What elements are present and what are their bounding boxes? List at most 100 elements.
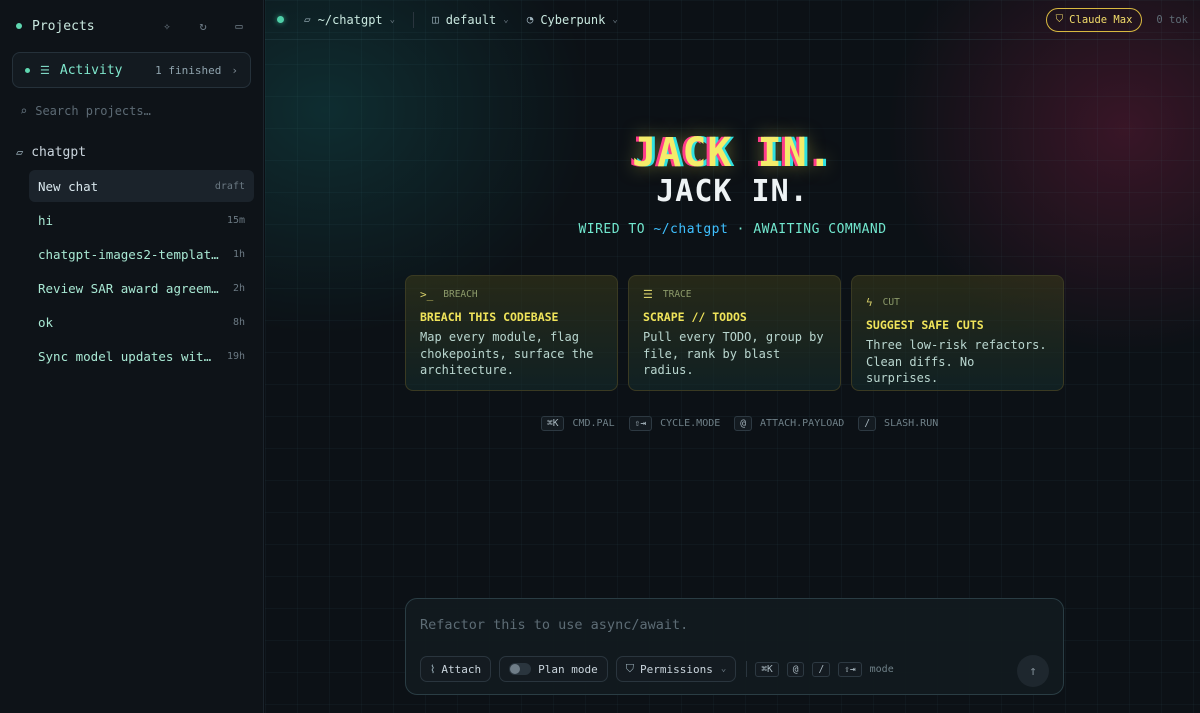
- activity-count: 1 finished: [155, 63, 222, 77]
- list-icon: ☰: [643, 288, 653, 301]
- sparkle-icon[interactable]: ✧: [159, 19, 175, 33]
- divider: [413, 11, 415, 28]
- arrow-up-icon: ↑: [1029, 663, 1037, 679]
- attach-label: Attach: [441, 662, 482, 676]
- profile-icon: ◫: [432, 13, 439, 26]
- shortcut-hint: / SLASH.RUN: [858, 416, 938, 431]
- plan-mode-label: Plan mode: [538, 662, 598, 676]
- shortcut-key: /: [812, 661, 831, 677]
- shortcut-label: CYCLE.MODE: [660, 418, 721, 429]
- suggestion-card-breach[interactable]: >_ BREACH BREACH THIS CODEBASE Map every …: [405, 275, 618, 391]
- card-title: SUGGEST SAFE CUTS: [866, 318, 984, 332]
- search-icon: ⌕: [20, 104, 28, 118]
- shortcut-hint: @ ATTACH.PAYLOAD: [734, 416, 844, 431]
- project-folder[interactable]: ▱ chatgpt: [0, 140, 263, 164]
- connection-dot: [277, 16, 284, 23]
- hero-subtitle: WIRED TO ~/chatgpt · AWAITING COMMAND: [265, 222, 1200, 237]
- chat-title: Review SAR award agreemen…: [38, 280, 223, 296]
- chat-title: hi: [38, 212, 54, 228]
- folder-icon: ▱: [304, 13, 311, 26]
- shortcut-label: SLASH.RUN: [884, 418, 939, 429]
- hero-glitch-title: JACK IN.: [632, 130, 833, 176]
- paperclip-icon: ⌇: [430, 662, 436, 676]
- token-count: 0 tok: [1156, 13, 1188, 26]
- card-description: Three low-risk refactors. Clean diffs. N…: [866, 338, 1047, 385]
- plan-mode-toggle[interactable]: Plan mode: [499, 656, 608, 682]
- send-button[interactable]: ↑: [1017, 655, 1049, 687]
- top-bar: ▱ ~/chatgpt ⌄ ◫ default ⌄ ◔ Cyberpunk ⌄ …: [265, 0, 1200, 40]
- plan-badge[interactable]: ⛉ Claude Max: [1045, 7, 1143, 32]
- lightning-icon: ϟ: [866, 296, 873, 309]
- project-name: chatgpt: [31, 144, 87, 160]
- suggestion-cards: >_ BREACH BREACH THIS CODEBASE Map every …: [405, 275, 1064, 391]
- shield-icon: ⛉: [1055, 14, 1064, 25]
- sidebar: Projects ✧ ↻ ▭ ☰ Activity 1 finished › ⌕…: [0, 0, 264, 713]
- shortcut-key: @: [734, 416, 753, 431]
- chat-item[interactable]: New chat draft: [29, 170, 254, 202]
- search-input[interactable]: [35, 104, 236, 118]
- hero-sub-suffix: · AWAITING COMMAND: [736, 222, 887, 237]
- chat-item[interactable]: ok 8h: [29, 306, 254, 338]
- terminal-icon: >_: [420, 288, 434, 301]
- composer: ⌇ Attach Plan mode ⛉ Permissions ⌄ ⌘K @ …: [405, 598, 1064, 695]
- path-selector[interactable]: ▱ ~/chatgpt ⌄: [304, 13, 395, 27]
- activity-label: Activity: [59, 62, 123, 78]
- divider: [746, 661, 748, 677]
- chat-age: 1h: [232, 248, 245, 260]
- sidebar-header: Projects ✧ ↻ ▭: [0, 0, 263, 52]
- profile-label: default: [445, 12, 497, 27]
- toggle-switch: [509, 663, 532, 675]
- refresh-icon[interactable]: ↻: [195, 19, 211, 33]
- chat-item[interactable]: Review SAR award agreemen… 2h: [29, 272, 254, 304]
- chat-age: 19h: [226, 350, 245, 362]
- activity-button[interactable]: ☰ Activity 1 finished ›: [12, 52, 251, 88]
- chat-age: 8h: [232, 316, 245, 328]
- sidebar-title: Projects: [32, 18, 95, 34]
- chat-age: draft: [214, 180, 245, 192]
- attach-button[interactable]: ⌇ Attach: [420, 656, 492, 682]
- chevron-right-icon: ›: [231, 63, 238, 77]
- mode-label: mode: [869, 663, 894, 675]
- chat-item[interactable]: chatgpt-images2-template-… 1h: [29, 238, 254, 270]
- activity-dot: [25, 67, 30, 73]
- shortcut-hint: ⌘K CMD.PAL: [541, 416, 615, 431]
- permissions-dropdown[interactable]: ⛉ Permissions ⌄: [615, 656, 737, 682]
- shortcut-key: @: [786, 661, 805, 677]
- card-description: Pull every TODO, group by file, rank by …: [643, 330, 824, 377]
- shield-icon: ⛉: [625, 662, 634, 675]
- palette-icon: ◔: [526, 13, 534, 26]
- chevron-down-icon: ⌄: [720, 664, 727, 674]
- permissions-label: Permissions: [639, 662, 713, 676]
- shortcut-key: ⌘K: [755, 661, 779, 677]
- chat-title: Sync model updates with …: [38, 348, 217, 364]
- theme-label: Cyberpunk: [540, 12, 606, 27]
- shortcut-label: ATTACH.PAYLOAD: [760, 418, 845, 429]
- shortcut-key: ⇧⇥: [838, 661, 862, 677]
- chat-age: 15m: [226, 214, 245, 226]
- card-tag: TRACE: [662, 289, 692, 300]
- composer-key-hints: ⌘K @ / ⇧⇥ mode: [755, 661, 894, 677]
- card-title: BREACH THIS CODEBASE: [420, 310, 559, 324]
- chat-age: 2h: [232, 282, 245, 294]
- profile-selector[interactable]: ◫ default ⌄: [432, 13, 509, 27]
- status-dot: [16, 23, 22, 29]
- card-tag: CUT: [882, 297, 900, 308]
- chat-item[interactable]: Sync model updates with … 19h: [29, 340, 254, 372]
- card-title: SCRAPE // TODOS: [643, 310, 747, 324]
- shortcut-label: CMD.PAL: [572, 418, 615, 429]
- hero-sub-prefix: WIRED TO: [578, 222, 646, 237]
- suggestion-card-cut[interactable]: ϟ CUT SUGGEST SAFE CUTS Three low-risk re…: [851, 275, 1064, 391]
- theme-selector[interactable]: ◔ Cyberpunk ⌄: [527, 13, 618, 27]
- chevron-down-icon: ⌄: [612, 14, 618, 25]
- suggestion-card-trace[interactable]: ☰ TRACE SCRAPE // TODOS Pull every TODO, …: [628, 275, 841, 391]
- shortcut-hints: ⌘K CMD.PAL ⇧⇥ CYCLE.MODE @ ATTACH.PAYLOA…: [541, 416, 942, 431]
- new-folder-icon[interactable]: ▭: [231, 19, 247, 33]
- hero-sub-path: ~/chatgpt: [653, 222, 729, 237]
- shortcut-hint: ⇧⇥ CYCLE.MODE: [628, 416, 721, 431]
- hero-title: JACK IN.: [656, 174, 809, 209]
- path-label: ~/chatgpt: [317, 12, 383, 27]
- chat-item[interactable]: hi 15m: [29, 204, 254, 236]
- shortcut-key: ⌘K: [541, 416, 565, 431]
- prompt-input[interactable]: [420, 617, 1040, 641]
- shortcut-key: ⇧⇥: [628, 416, 653, 431]
